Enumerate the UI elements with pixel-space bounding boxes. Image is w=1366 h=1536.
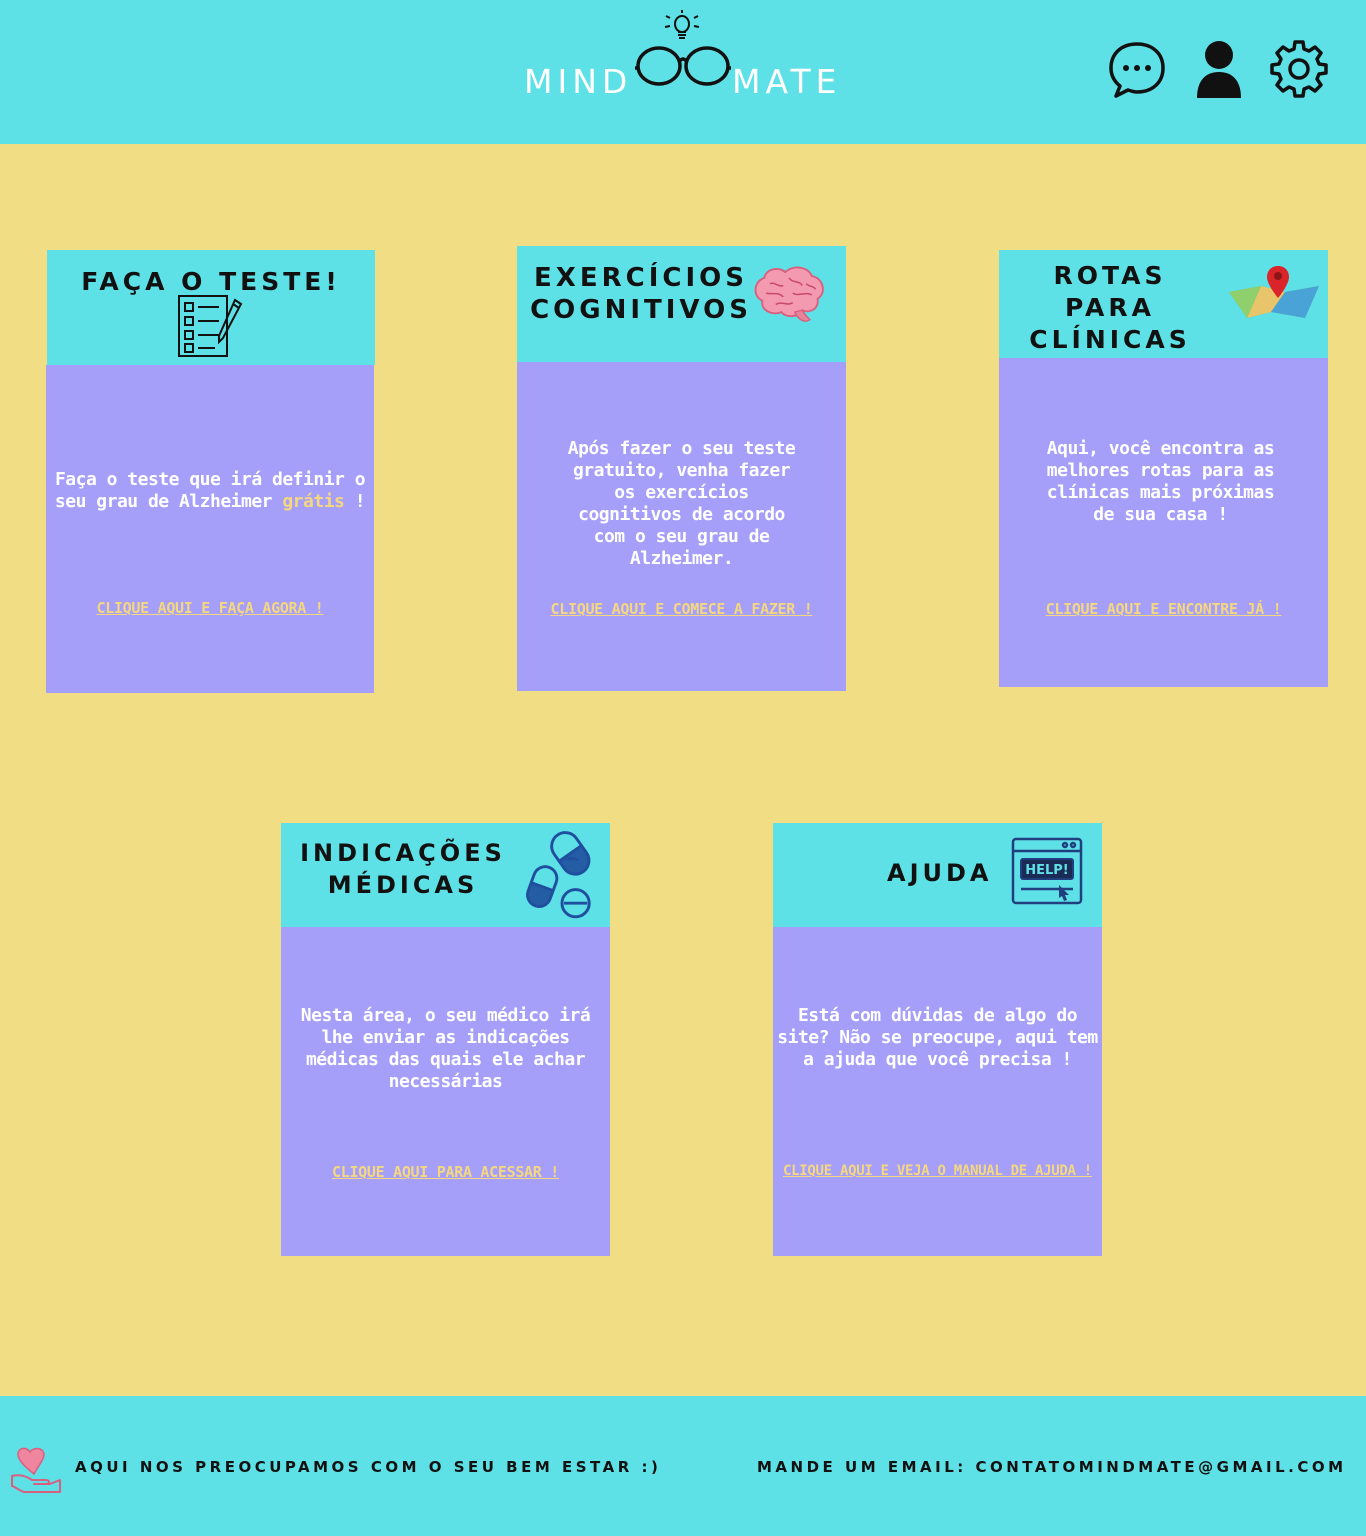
svg-text:HELP!: HELP! [1025,863,1069,878]
card-ajuda-title: AJUDA [887,859,993,887]
checklist-icon [178,295,243,357]
card-indicacoes-body: Nesta área, o seu médico irá lhe enviar … [281,927,610,1256]
brain-icon [754,266,824,322]
card-ajuda-body: Está com dúvidas de algo do site? Não se… [773,927,1102,1256]
card-exercicios-text: Após fazer o seu teste gratuito, venha f… [567,438,796,569]
card-teste-body: Faça o teste que irá definir o seu grau … [46,365,374,693]
card-indicacoes: INDICAÇÕES MÉDICAS Nesta área, o seu méd… [281,823,610,1256]
card-teste: FAÇA O TESTE! Faça o teste que irá defin… [46,250,375,693]
header: MIND MATE [0,0,1366,144]
logo-text-right: MATE [732,62,842,101]
card-indicacoes-header: INDICAÇÕES MÉDICAS [281,823,610,927]
card-rotas-title: ROTAS PARA CLÍNICAS [1029,261,1191,354]
card-ajuda: AJUDA HELP! Está com dúvidas de algo do … [773,823,1102,1256]
card-rotas-text: Aqui, você encontra as melhores rotas pa… [1046,438,1275,525]
card-rotas: ROTAS PARA CLÍNICAS Aqui, você encontra … [999,250,1328,687]
card-exercicios-header: EXERCÍCIOS COGNITIVOS [517,246,846,362]
card-teste-header: FAÇA O TESTE! [47,250,375,365]
card-ajuda-text: Está com dúvidas de algo do site? Não se… [777,1005,1098,1070]
card-ajuda-header: AJUDA HELP! [773,823,1102,927]
glasses-bulb-icon [635,10,731,86]
logo[interactable]: MIND MATE [524,10,844,100]
footer: AQUI NOS PREOCUPAMOS COM O SEU BEM ESTAR… [0,1396,1366,1536]
gear-icon[interactable] [1268,38,1330,100]
card-teste-link[interactable]: CLIQUE AQUI E FAÇA AGORA ! [46,599,374,617]
card-indicacoes-title: INDICAÇÕES MÉDICAS [300,839,506,899]
card-teste-highlight: grátis [282,491,345,512]
help-window-icon: HELP! [1011,837,1083,905]
card-ajuda-link[interactable]: CLIQUE AQUI E VEJA O MANUAL DE AJUDA ! [773,1163,1102,1179]
pills-icon [526,831,591,919]
card-rotas-header: ROTAS PARA CLÍNICAS [999,250,1328,358]
card-teste-text: Faça o teste que irá definir o seu grau … [54,469,366,512]
heart-hand-icon [11,1447,61,1493]
user-icon[interactable] [1188,38,1250,100]
card-exercicios-body: Após fazer o seu teste gratuito, venha f… [517,362,846,691]
card-indicacoes-text: Nesta área, o seu médico irá lhe enviar … [300,1005,591,1092]
footer-slogan: AQUI NOS PREOCUPAMOS COM O SEU BEM ESTAR… [75,1458,662,1476]
chat-icon[interactable] [1106,38,1168,100]
map-icon [1229,266,1319,318]
card-exercicios-title: EXERCÍCIOS COGNITIVOS [530,263,752,325]
card-rotas-link[interactable]: CLIQUE AQUI E ENCONTRE JÁ ! [999,600,1328,618]
card-exercicios: EXERCÍCIOS COGNITIVOS Após fazer o seu t… [517,246,846,691]
card-rotas-body: Aqui, você encontra as melhores rotas pa… [999,358,1328,687]
card-indicacoes-link[interactable]: CLIQUE AQUI PARA ACESSAR ! [281,1163,610,1181]
card-exercicios-link[interactable]: CLIQUE AQUI E COMECE A FAZER ! [517,600,846,618]
footer-email[interactable]: MANDE UM EMAIL: CONTATOMINDMATE@GMAIL.CO… [757,1458,1347,1476]
logo-text-left: MIND [524,62,633,101]
